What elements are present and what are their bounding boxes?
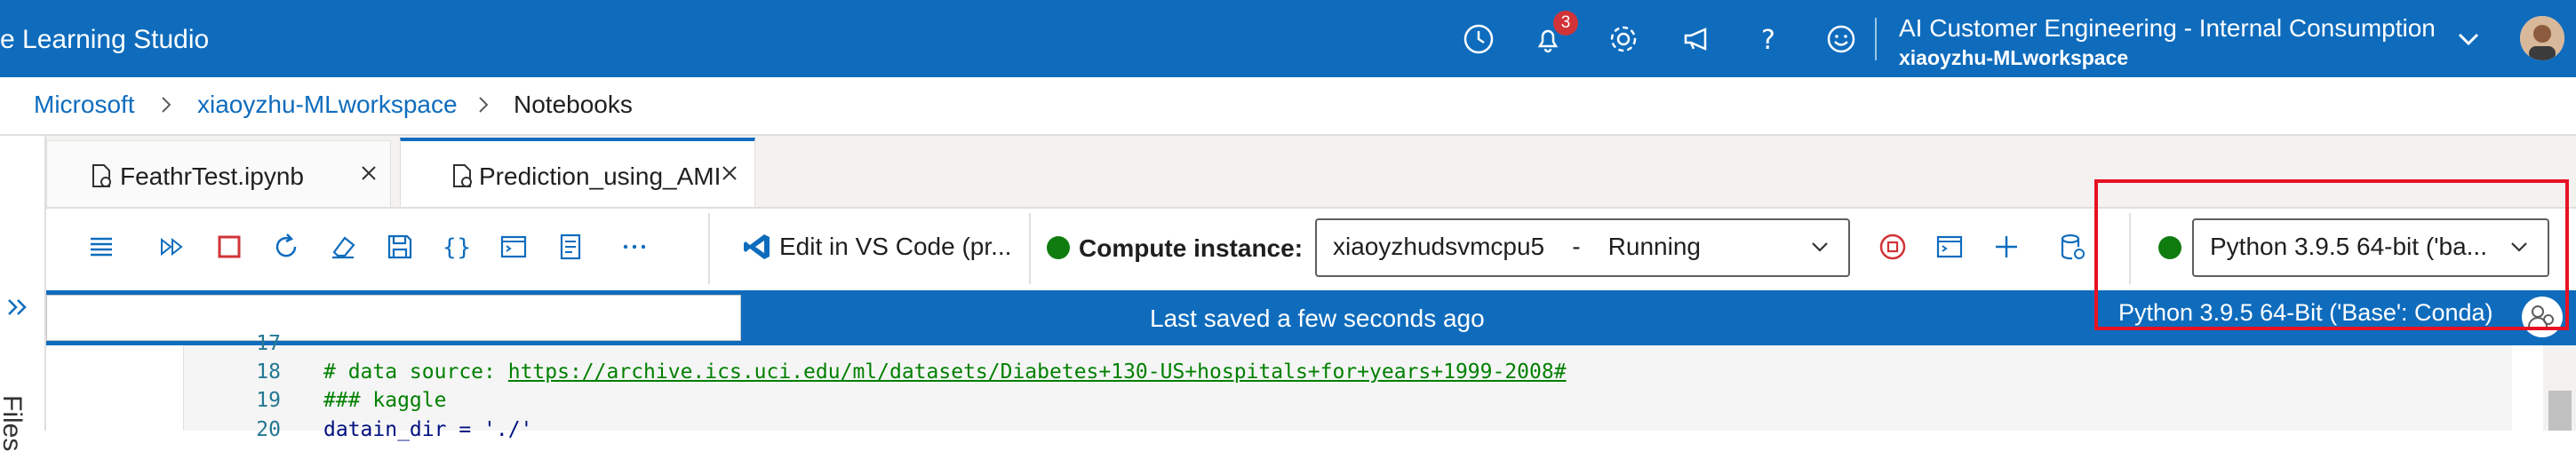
help-icon[interactable]: ?: [1749, 20, 1788, 59]
more-options-icon[interactable]: [617, 229, 652, 265]
code-line[interactable]: ### kaggle: [323, 389, 446, 412]
code-comment: # data source:: [323, 360, 508, 384]
top-header: e Learning Studio 3 ? AI Customer Engine…: [0, 0, 2576, 77]
outline-icon[interactable]: [553, 229, 588, 265]
chevron-down-icon[interactable]: [2451, 21, 2486, 57]
chevron-down-icon: [1807, 234, 1832, 259]
code-statement: datain_dir = './': [323, 418, 533, 441]
restart-icon[interactable]: [268, 229, 304, 265]
compute-running-indicator: [1047, 236, 1070, 259]
subscription-name[interactable]: AI Customer Engineering - Internal Consu…: [1899, 14, 2436, 43]
add-compute-icon[interactable]: [1989, 229, 2024, 265]
breadcrumb-item-workspace[interactable]: xiaoyzhu-MLworkspace: [197, 91, 458, 119]
breadcrumb-item-microsoft[interactable]: Microsoft: [34, 91, 135, 119]
notebook-file-icon: [88, 162, 115, 189]
app-title[interactable]: e Learning Studio: [0, 25, 209, 55]
edit-in-vscode-button[interactable]: Edit in VS Code (pr...: [779, 233, 1011, 261]
breadcrumb: Microsoft xiaoyzhu-MLworkspace Notebooks: [0, 77, 2576, 136]
save-icon[interactable]: [382, 229, 418, 265]
status-search-field[interactable]: [46, 295, 741, 341]
line-number: 20: [256, 418, 281, 441]
history-icon[interactable]: [1459, 20, 1498, 59]
svg-text:{}: {}: [442, 234, 471, 261]
gear-icon[interactable]: [1604, 20, 1643, 59]
stop-compute-icon[interactable]: [1875, 229, 1910, 265]
stop-icon[interactable]: [211, 229, 247, 265]
run-all-icon[interactable]: [155, 229, 190, 265]
database-icon[interactable]: [2054, 229, 2090, 265]
breadcrumb-item-notebooks: Notebooks: [514, 91, 633, 118]
chevron-right-icon: [156, 95, 176, 115]
eraser-icon[interactable]: [325, 229, 361, 265]
workspace-name[interactable]: xiaoyzhu-MLworkspace: [1899, 46, 2128, 70]
menu-icon[interactable]: [84, 229, 119, 265]
tab-feathrtest[interactable]: FeathrTest.ipynb: [46, 140, 391, 207]
close-icon[interactable]: [717, 161, 742, 186]
code-comment: ### kaggle: [323, 389, 447, 412]
expand-panel-icon[interactable]: [4, 293, 32, 321]
code-url-link[interactable]: https://archive.ics.uci.edu/ml/datasets/…: [508, 360, 1567, 384]
compute-terminal-icon[interactable]: [1932, 229, 1967, 265]
avatar[interactable]: [2520, 16, 2564, 60]
svg-text:?: ?: [1761, 25, 1775, 56]
toolbar-divider: [708, 213, 710, 284]
tab-label: FeathrTest.ipynb: [120, 162, 304, 190]
toolbar-divider: [1029, 213, 1031, 284]
megaphone-icon[interactable]: [1677, 20, 1716, 59]
code-line[interactable]: datain_dir = './': [323, 418, 532, 441]
chevron-right-icon: [474, 95, 493, 115]
variables-icon[interactable]: {}: [439, 229, 475, 265]
line-number: 18: [256, 360, 281, 384]
files-panel-label[interactable]: Files: [0, 395, 27, 451]
notification-badge: 3: [1553, 11, 1578, 36]
vscode-icon[interactable]: [739, 229, 775, 265]
smiley-icon[interactable]: [1822, 20, 1861, 59]
left-rail: [0, 136, 46, 431]
header-divider: [1875, 18, 1877, 60]
compute-instance-value: xiaoyzhudsvmcpu5 - Running: [1333, 233, 1701, 260]
scrollbar-thumb[interactable]: [2548, 391, 2572, 431]
notebook-file-icon: [449, 162, 475, 189]
terminal-icon[interactable]: [496, 229, 531, 265]
line-number: 17: [256, 332, 281, 355]
line-number: 19: [256, 389, 281, 412]
compute-instance-label: Compute instance:: [1079, 234, 1304, 262]
close-icon[interactable]: [356, 161, 381, 186]
code-line[interactable]: # data source: https://archive.ics.uci.e…: [323, 360, 1567, 384]
tab-prediction-using-ami[interactable]: Prediction_using_AMI: [400, 138, 755, 207]
save-status: Last saved a few seconds ago: [1150, 305, 1485, 332]
kernel-highlight-box: [2094, 179, 2569, 330]
tab-label: Prediction_using_AMI: [479, 162, 721, 190]
compute-instance-select[interactable]: xiaoyzhudsvmcpu5 - Running: [1315, 218, 1850, 277]
